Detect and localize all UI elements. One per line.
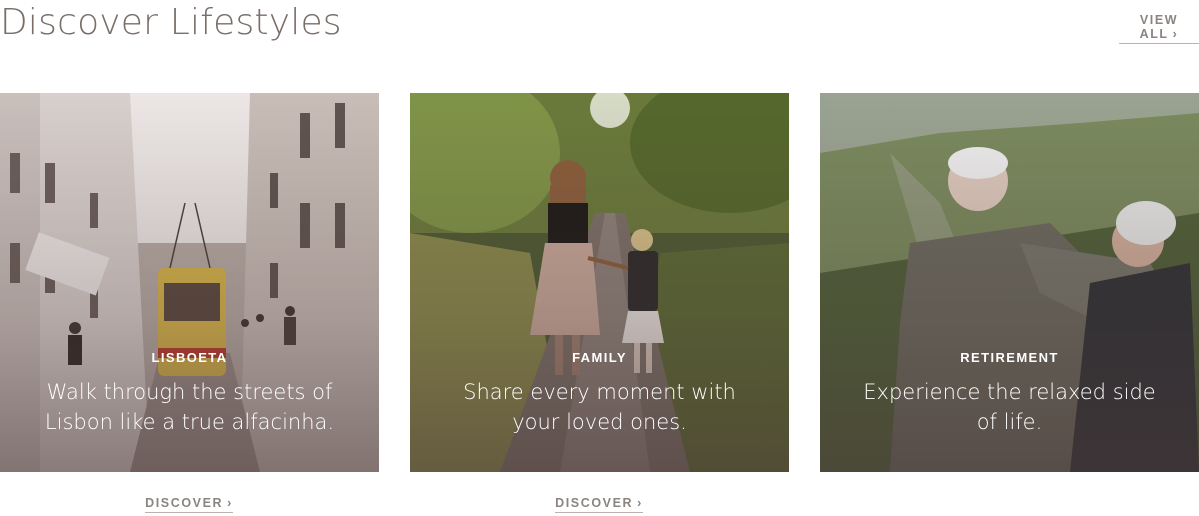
card-text: FAMILY Share every moment with your love… xyxy=(410,350,789,437)
discover-link-lisboeta[interactable]: DISCOVER › xyxy=(145,496,233,513)
card-tag: FAMILY xyxy=(572,350,627,365)
discover-label: DISCOVER xyxy=(145,496,224,510)
card-caption: Walk through the streets of Lisbon like … xyxy=(44,380,335,434)
card-tag: RETIREMENT xyxy=(960,350,1059,365)
discover-label: DISCOVER xyxy=(555,496,634,510)
lifestyle-card-retirement[interactable]: RETIREMENT Experience the relaxed side o… xyxy=(820,93,1199,472)
view-all-link[interactable]: VIEW ALL › xyxy=(1119,13,1199,44)
lifestyle-card-family[interactable]: FAMILY Share every moment with your love… xyxy=(410,93,789,472)
card-caption: Experience the relaxed side of life. xyxy=(863,380,1156,434)
section-title: Discover Lifestyles xyxy=(0,2,342,43)
card-text: RETIREMENT Experience the relaxed side o… xyxy=(820,350,1199,437)
card-tag: LISBOETA xyxy=(151,350,228,365)
card-text: LISBOETA Walk through the streets of Lis… xyxy=(0,350,379,437)
chevron-right-icon: › xyxy=(1172,27,1179,41)
chevron-right-icon: › xyxy=(227,496,233,510)
chevron-right-icon: › xyxy=(637,496,643,510)
discover-link-family[interactable]: DISCOVER › xyxy=(555,496,643,513)
lifestyle-card-lisboeta[interactable]: LISBOETA Walk through the streets of Lis… xyxy=(0,93,379,472)
card-caption: Share every moment with your loved ones. xyxy=(463,380,736,434)
